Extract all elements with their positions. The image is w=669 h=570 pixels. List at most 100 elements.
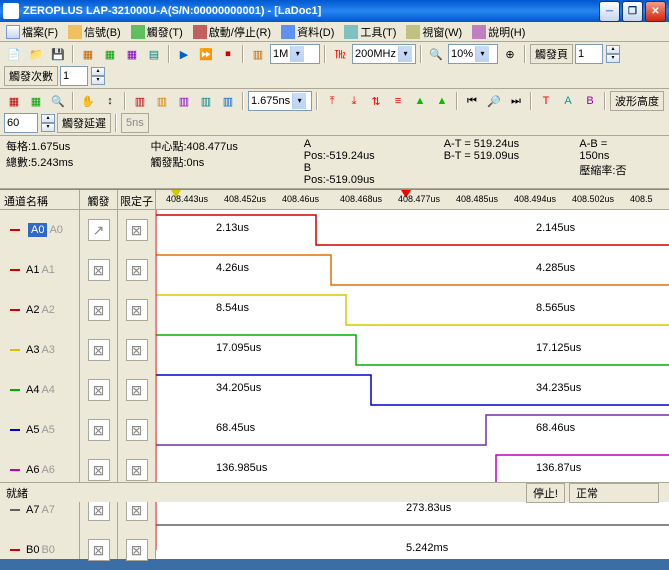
setup-d-icon[interactable]: ▥ [196,91,216,111]
open-icon[interactable]: 📁 [26,44,46,64]
pattern-icon: ⊠ [126,419,148,441]
maximize-button[interactable]: ❐ [622,1,643,22]
data-icon [281,25,295,39]
status-normal: 正常 [569,483,659,503]
spin-down-icon: ▾ [91,76,105,85]
pattern-cell[interactable]: ⊠ [118,330,155,370]
menu-tool[interactable]: 工具(T) [340,22,400,42]
channel-label-A2[interactable]: A2A2 [0,290,79,330]
zoomout-icon[interactable]: 🔍 [48,91,68,111]
filter-cell[interactable]: ⊠ [80,330,117,370]
grid-b-icon[interactable]: ▦ [26,91,46,111]
save-icon[interactable]: 💾 [48,44,68,64]
pattern-cell[interactable]: ⊠ [118,410,155,450]
play-icon[interactable]: ▶ [174,44,194,64]
filter-cell[interactable]: ⊠ [80,290,117,330]
zoomin-icon[interactable]: ⊕ [500,44,520,64]
find-icon[interactable]: 🔎 [484,91,504,111]
tool-icon [344,25,358,39]
sns-button[interactable]: 5ns [121,113,149,133]
waveheight-spin[interactable]: 60 [4,113,38,133]
pattern-pane: 限定子 ⊠⊠⊠⊠⊠⊠⊠⊠⊠ [118,190,156,559]
channel-label-A3[interactable]: A3A3 [0,330,79,370]
stop-icon[interactable]: ⏹ [218,44,238,64]
menu-data[interactable]: 資料(D) [277,22,338,42]
menu-signal[interactable]: 信號(B) [64,22,125,42]
menu-trigger[interactable]: 觸發(T) [127,22,187,42]
filter-cell[interactable]: ⊠ [80,250,117,290]
toolbar-2: ▦ ▦ 🔍 ✋ ↕ ▥ ▥ ▥ ▥ ▥ 1.675ns▾ ⤒ ⤓ ⇅ ≡ ▲ ▲… [0,89,669,136]
marker-b-icon[interactable]: B [580,91,600,111]
tool-a-icon[interactable]: ▦ [122,44,142,64]
cursor-icon[interactable]: ↕ [100,91,120,111]
new-icon[interactable]: 📄 [4,44,24,64]
toolbar-1: 📄 📁 💾 ▦ ▦ ▦ ▤ ▶ ⏩ ⏹ ▥ 1M▾ ㎔ 200MHz▾ 🔍 10… [0,42,669,89]
pattern-cell[interactable]: ⊠ [118,530,155,570]
wave-label-center: 273.83us [406,502,451,514]
zoom-combo[interactable]: 10%▾ [448,44,498,64]
marker-t-icon[interactable]: T [536,91,556,111]
chevron-down-icon[interactable]: ▾ [290,46,304,62]
trigcnt-spinner[interactable]: ▴▾ [91,67,105,85]
edge-none-icon[interactable]: ≡ [388,91,408,111]
depth-combo[interactable]: 1M▾ [270,44,320,64]
channel-icon[interactable]: ▦ [100,44,120,64]
filter-cell[interactable]: ⊠ [80,410,117,450]
rate-combo[interactable]: 200MHz▾ [352,44,416,64]
window-title: ZEROPLUS LAP-321000U-A(S/N:00000000001) … [23,5,321,17]
trigpage-spinner[interactable]: ▴▾ [606,45,620,63]
hand-icon[interactable]: ✋ [78,91,98,111]
chevron-down-icon[interactable]: ▾ [475,46,489,62]
chevron-down-icon[interactable]: ▾ [398,46,412,62]
find-next-icon[interactable]: ⏭ [506,91,526,111]
channel-dim: A4 [41,384,54,396]
marker-a-icon[interactable]: A [558,91,578,111]
channel-label-B0[interactable]: B0B0 [0,530,79,570]
rate-icon[interactable]: ㎔ [330,44,350,64]
minimize-button[interactable]: ─ [599,1,620,22]
edge-fall-icon[interactable]: ⤓ [344,91,364,111]
edge-rise-icon[interactable]: ⤒ [322,91,342,111]
menu-runstop[interactable]: 啟動/停止(R) [189,22,275,42]
channel-label-A5[interactable]: A5A5 [0,410,79,450]
channel-label-A4[interactable]: A4A4 [0,370,79,410]
edge-both-icon[interactable]: ⇅ [366,91,386,111]
waveheight-spinner[interactable]: ▴▾ [41,114,55,132]
trigpage-spin[interactable]: 1 [575,44,603,64]
pattern-cell[interactable]: ⊠ [118,210,155,250]
menu-file[interactable]: 檔案(F) [2,22,62,42]
menu-help[interactable]: 說明(H) [468,22,529,42]
pattern-cell[interactable]: ⊠ [118,290,155,330]
pattern-cell[interactable]: ⊠ [118,250,155,290]
channel-label-A1[interactable]: A1A1 [0,250,79,290]
find-prev-icon[interactable]: ⏮ [462,91,482,111]
config-icon[interactable]: ▦ [78,44,98,64]
waveform-pane[interactable]: 408.443us408.452us408.46us408.468us408.4… [156,190,669,559]
mark-a-icon[interactable]: ▲ [410,91,430,111]
filter-cell[interactable]: ⊠ [80,530,117,570]
filter-cell[interactable]: ⊠ [80,370,117,410]
setup-e-icon[interactable]: ▥ [218,91,238,111]
grid-a-icon[interactable]: ▦ [4,91,24,111]
setup-c-icon[interactable]: ▥ [174,91,194,111]
zoom-icon[interactable]: 🔍 [426,44,446,64]
pattern-cell[interactable]: ⊠ [118,370,155,410]
channel-name: A0 [28,223,47,237]
wave-label-right: 68.46us [536,422,575,434]
setup-b-icon[interactable]: ▥ [152,91,172,111]
help-icon [472,25,486,39]
channel-label-A0[interactable]: A0A0 [0,210,79,250]
depth-icon[interactable]: ▥ [248,44,268,64]
close-button[interactable]: ✕ [645,1,666,22]
tool-b-icon[interactable]: ▤ [144,44,164,64]
chevron-down-icon[interactable]: ▾ [292,93,306,109]
wave-label-right: 2.145us [536,222,575,234]
trigcnt-spin[interactable]: 1 [60,66,88,86]
mark-b-icon[interactable]: ▲ [432,91,452,111]
menu-window[interactable]: 視窗(W) [402,22,466,42]
pattern-icon: ⊠ [126,379,148,401]
loop-icon[interactable]: ⏩ [196,44,216,64]
filter-cell[interactable]: ↗ [80,210,117,250]
setup-a-icon[interactable]: ▥ [130,91,150,111]
time-combo[interactable]: 1.675ns▾ [248,91,312,111]
